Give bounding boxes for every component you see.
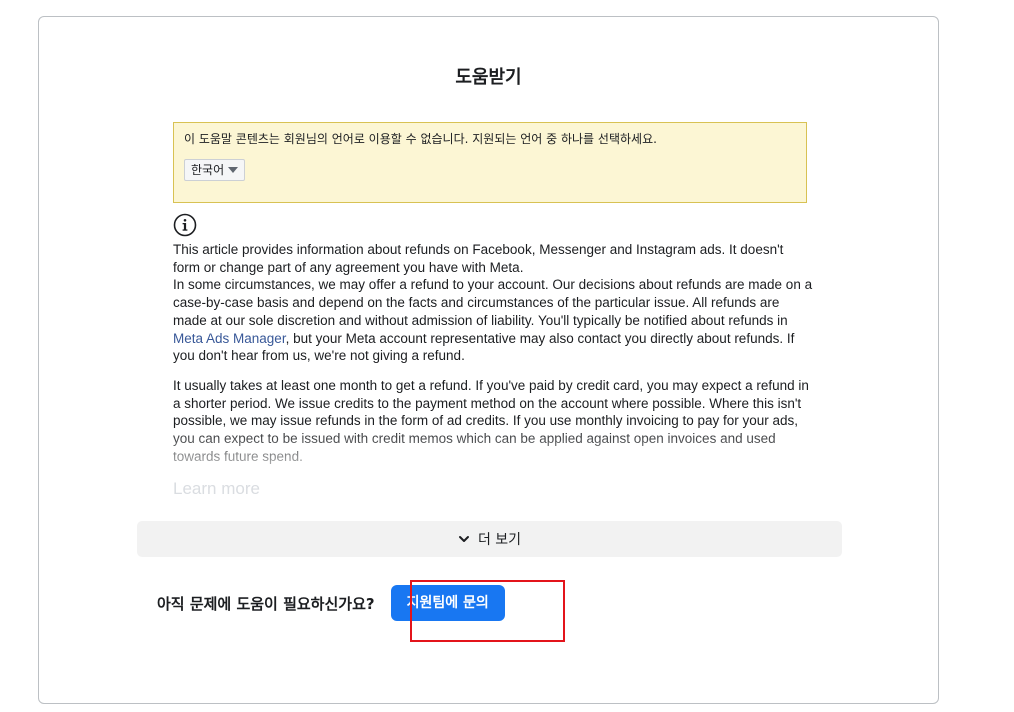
language-notice: 이 도움말 콘텐츠는 회원님의 언어로 이용할 수 없습니다. 지원되는 언어 … xyxy=(173,122,807,203)
learn-more-heading: Learn more xyxy=(173,479,260,498)
language-select-value: 한국어 xyxy=(191,163,225,177)
language-notice-text: 이 도움말 콘텐츠는 회원님의 언어로 이용할 수 없습니다. 지원되는 언어 … xyxy=(184,132,657,146)
see-more-label: 더 보기 xyxy=(477,532,522,548)
see-more-button[interactable]: 더 보기 xyxy=(137,521,842,557)
caret-down-icon xyxy=(228,167,239,173)
article-paragraph-1: This article provides information about … xyxy=(173,241,813,365)
help-row: 아직 문제에 도움이 필요하신가요? 지원팀에 문의 xyxy=(157,585,505,621)
help-card: 도움받기 이 도움말 콘텐츠는 회원님의 언어로 이용할 수 없습니다. 지원되… xyxy=(38,16,939,704)
contact-support-button[interactable]: 지원팀에 문의 xyxy=(390,585,505,621)
article-fade-overlay xyxy=(173,427,813,472)
article-intro: This article provides information about … xyxy=(173,242,784,275)
info-circle-icon xyxy=(173,213,197,237)
page-title: 도움받기 xyxy=(455,67,522,88)
chevron-down-icon xyxy=(458,536,469,542)
article-refund-policy: In some circumstances, we may offer a re… xyxy=(173,277,813,328)
need-help-question: 아직 문제에 도움이 필요하신가요? xyxy=(157,594,375,613)
meta-ads-manager-link[interactable]: Meta Ads Manager xyxy=(173,331,286,346)
language-select[interactable]: 한국어 xyxy=(184,159,246,181)
